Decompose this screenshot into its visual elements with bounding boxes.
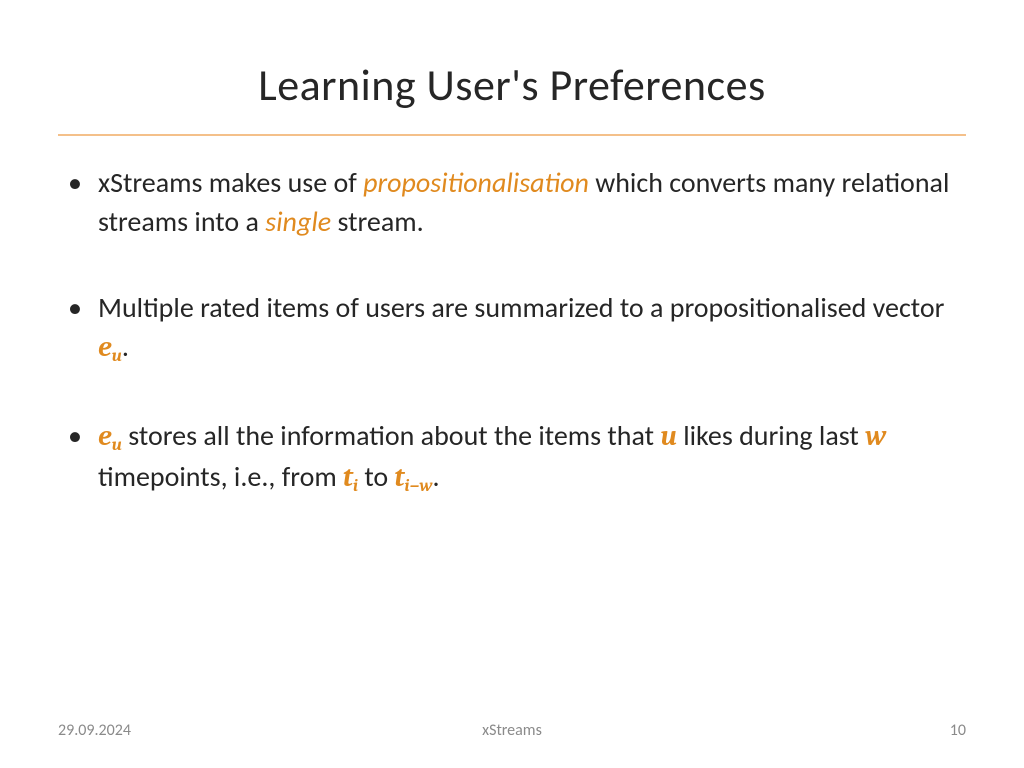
bullet-3: eu stores all the information about the … [58, 417, 966, 499]
footer-date: 29.09.2024 [58, 721, 131, 740]
bullet-2-math-eu: eu [98, 331, 122, 363]
bullet-3-math-eu: eu [98, 420, 122, 452]
math-e: e [98, 420, 112, 452]
bullet-3-text-d: to [358, 459, 395, 494]
bullet-3-text-b: likes during last [677, 418, 865, 453]
bullet-3-math-w: w [865, 420, 886, 452]
bullet-1: xStreams makes use of propositionalisati… [58, 164, 966, 241]
bullet-1-text-e: stream. [331, 204, 424, 239]
bullet-2: Multiple rated items of users are summar… [58, 289, 966, 368]
math-sub-u: u [112, 346, 122, 366]
bullet-3-text-e: . [433, 459, 440, 494]
bullet-list: xStreams makes use of propositionalisati… [58, 164, 966, 498]
math-e: e [98, 331, 112, 363]
bullet-1-emph-1: propositionalisation [363, 165, 589, 200]
math-sub-iw: i−w [404, 475, 432, 495]
slide-title: Learning User's Preferences [58, 58, 966, 112]
footer-page-number: 10 [950, 721, 966, 740]
bullet-1-emph-2: single [265, 204, 331, 239]
slide-footer: 29.09.2024 xStreams 10 [0, 721, 1024, 740]
slide: Learning User's Preferences xStreams mak… [0, 0, 1024, 768]
math-sub-u: u [112, 435, 122, 455]
bullet-1-text-a: xStreams makes use of [98, 165, 363, 200]
title-rule [58, 134, 966, 136]
footer-center: xStreams [482, 721, 542, 740]
slide-content: xStreams makes use of propositionalisati… [58, 164, 966, 498]
bullet-3-math-ti: ti [343, 461, 358, 493]
bullet-2-text-a: Multiple rated items of users are summar… [98, 290, 944, 325]
math-t: t [395, 461, 405, 493]
math-t: t [343, 461, 353, 493]
bullet-3-text-a: stores all the information about the ite… [122, 418, 660, 453]
bullet-3-text-c: timepoints, i.e., from [98, 459, 343, 494]
bullet-3-math-tiw: ti−w [395, 461, 433, 493]
bullet-3-math-u: u [660, 420, 677, 452]
bullet-2-text-b: . [122, 329, 129, 364]
